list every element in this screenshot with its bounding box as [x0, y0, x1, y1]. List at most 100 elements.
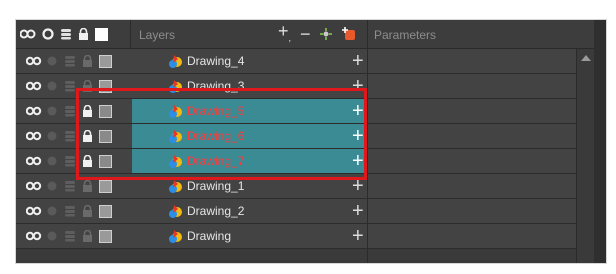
visibility-icon[interactable]: [26, 230, 42, 242]
layer-name-label: Drawing: [187, 229, 232, 243]
visibility-icon[interactable]: [26, 155, 42, 167]
solo-toggle-icon[interactable]: [46, 205, 58, 217]
layer-name-label: Drawing_6: [187, 129, 245, 143]
add-parameter-icon[interactable]: +: [352, 225, 364, 247]
solo-toggle-icon[interactable]: [46, 105, 58, 117]
layer-toggles: [16, 174, 130, 198]
lock-icon[interactable]: [82, 230, 93, 242]
layers-panel: Layers +, − Parameters Drawing_4 + Drawi…: [15, 19, 607, 264]
color-swatch-icon[interactable]: [95, 27, 108, 41]
layer-name-cell[interactable]: Drawing_2 +: [132, 199, 367, 223]
add-parameter-icon[interactable]: +: [352, 200, 364, 222]
solo-toggle-icon[interactable]: [46, 130, 58, 142]
layer-color-swatch[interactable]: [99, 129, 112, 143]
layer-name-cell[interactable]: Drawing_6 +: [132, 124, 367, 148]
layer-color-swatch[interactable]: [99, 154, 112, 168]
stack-toggle-icon[interactable]: [64, 205, 76, 217]
layer-color-swatch[interactable]: [99, 179, 112, 193]
parameters-column-label: Parameters: [374, 28, 437, 42]
layer-name-cell[interactable]: Drawing +: [132, 224, 367, 248]
lock-icon[interactable]: [82, 105, 93, 117]
lock-icon[interactable]: [82, 55, 93, 67]
stack-toggle-icon[interactable]: [64, 180, 76, 192]
stack-toggle-icon[interactable]: [64, 55, 76, 67]
add-parameter-icon[interactable]: +: [352, 50, 364, 72]
solo-toggle-icon[interactable]: [46, 230, 58, 242]
visibility-icon[interactable]: [26, 205, 42, 217]
stack-toggle-icon[interactable]: [64, 155, 76, 167]
stack-toggle-icon[interactable]: [64, 80, 76, 92]
layer-toggles: [16, 99, 130, 123]
add-parameter-icon[interactable]: +: [352, 175, 364, 197]
layer-tools: +, −: [278, 22, 368, 46]
vertical-scrollbar[interactable]: [576, 49, 595, 263]
visibility-icon[interactable]: [26, 80, 42, 92]
layer-row[interactable]: Drawing_2 +: [16, 199, 576, 224]
layer-row[interactable]: Drawing_1 +: [16, 174, 576, 199]
layer-color-swatch[interactable]: [99, 229, 112, 243]
remove-layer-icon[interactable]: −: [300, 25, 311, 43]
layer-row[interactable]: Drawing_6 +: [16, 124, 576, 149]
layer-name-cell[interactable]: Drawing_1 +: [132, 174, 367, 198]
add-drawing-layer-icon[interactable]: [341, 26, 357, 42]
lock-icon[interactable]: [82, 80, 93, 92]
layer-toggles: [16, 124, 130, 148]
scroll-up-arrow-icon[interactable]: [581, 55, 591, 61]
layer-toggles: [16, 74, 130, 98]
lock-icon[interactable]: [82, 180, 93, 192]
add-layer-icon[interactable]: +,: [278, 22, 291, 46]
drawing-layer-icon: [169, 130, 182, 143]
layer-name-cell[interactable]: Drawing_5 +: [132, 99, 367, 123]
solo-toggle-icon[interactable]: [46, 155, 58, 167]
solo-toggle-icon[interactable]: [46, 80, 58, 92]
drawing-layer-icon: [169, 55, 182, 68]
lock-icon[interactable]: [82, 130, 93, 142]
layer-row[interactable]: Drawing_5 +: [16, 99, 576, 124]
visibility-icon[interactable]: [26, 55, 42, 67]
stack-toggle-icon[interactable]: [64, 105, 76, 117]
stack-toggle-icon[interactable]: [64, 130, 76, 142]
visibility-icon[interactable]: [26, 130, 42, 142]
add-parameter-icon[interactable]: +: [352, 100, 364, 122]
header-toggle-icons: [20, 20, 128, 48]
layer-toggles: [16, 199, 130, 223]
layer-stack-icon[interactable]: [60, 28, 72, 40]
drawing-layer-icon: [169, 105, 182, 118]
lock-icon[interactable]: [82, 205, 93, 217]
layer-name-cell[interactable]: Drawing_3 +: [132, 74, 367, 98]
layer-name-cell[interactable]: Drawing_7 +: [132, 149, 367, 173]
add-parameter-icon[interactable]: +: [352, 150, 364, 172]
layer-row[interactable]: Drawing_7 +: [16, 149, 576, 174]
layer-name-cell[interactable]: Drawing_4 +: [132, 49, 367, 73]
layer-toggles: [16, 224, 130, 248]
layers-column-label: Layers: [139, 28, 176, 42]
panel-header: Layers +, − Parameters: [16, 20, 606, 49]
lock-all-icon[interactable]: [78, 28, 89, 40]
layer-color-swatch[interactable]: [99, 54, 112, 68]
solo-toggle-icon[interactable]: [46, 55, 58, 67]
solo-toggle-icon[interactable]: [46, 180, 58, 192]
visibility-icon[interactable]: [26, 180, 42, 192]
layer-color-swatch[interactable]: [99, 104, 112, 118]
layer-row[interactable]: Drawing_4 +: [16, 49, 576, 74]
layer-row[interactable]: Drawing_3 +: [16, 74, 576, 99]
layer-toggles: [16, 49, 130, 73]
show-all-icon[interactable]: [20, 28, 36, 40]
layer-row[interactable]: Drawing +: [16, 224, 576, 249]
layer-toggles: [16, 149, 130, 173]
layer-name-label: Drawing_5: [187, 104, 245, 118]
solo-icon[interactable]: [42, 28, 54, 40]
layer-color-swatch[interactable]: [99, 204, 112, 218]
visibility-icon[interactable]: [26, 105, 42, 117]
add-peg-icon[interactable]: [319, 28, 332, 40]
stack-toggle-icon[interactable]: [64, 230, 76, 242]
layer-name-label: Drawing_3: [187, 79, 245, 93]
drawing-layer-icon: [169, 180, 182, 193]
drawing-layer-icon: [169, 80, 182, 93]
add-parameter-icon[interactable]: +: [352, 125, 364, 147]
drawing-layer-icon: [169, 205, 182, 218]
lock-icon[interactable]: [82, 155, 93, 167]
add-parameter-icon[interactable]: +: [352, 75, 364, 97]
layer-name-label: Drawing_2: [187, 204, 245, 218]
layer-color-swatch[interactable]: [99, 79, 112, 93]
